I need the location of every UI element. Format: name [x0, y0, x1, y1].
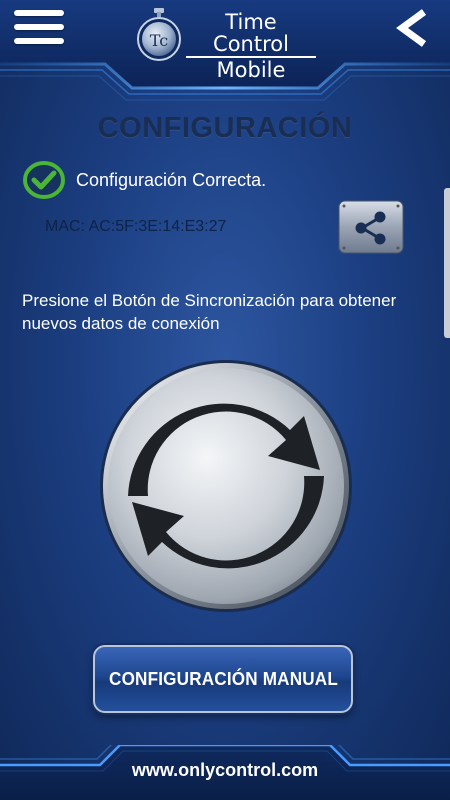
- manual-configuration-label: CONFIGURACIÓN MANUAL: [108, 668, 338, 689]
- app-title-line2: Mobile: [216, 58, 286, 83]
- check-circle-icon: [23, 161, 65, 199]
- back-button[interactable]: [392, 8, 432, 48]
- app-title-line1: Time Control: [186, 11, 316, 59]
- app-header: Tc Time Control Mobile: [0, 0, 450, 110]
- svg-text:Tc: Tc: [150, 31, 168, 50]
- status-text: Configuración Correcta.: [76, 169, 267, 190]
- instructions-text: Presione el Botón de Sincronización para…: [22, 291, 397, 333]
- chevron-left-icon: [396, 9, 427, 47]
- status-row: Configuración Correcta.: [22, 160, 266, 200]
- share-button[interactable]: [338, 200, 404, 254]
- app-footer: www.onlycontrol.com: [0, 745, 450, 800]
- screen-title: CONFIGURACIÓN: [97, 112, 353, 144]
- hamburger-menu-icon: [14, 10, 64, 16]
- stopwatch-logo-icon: Tc: [137, 8, 181, 61]
- website-link[interactable]: www.onlycontrol.com: [0, 760, 450, 781]
- mac-address: MAC: AC:5F:3E:14:E3:27: [45, 218, 227, 235]
- manual-configuration-button[interactable]: CONFIGURACIÓN MANUAL: [93, 645, 353, 713]
- hamburger-menu-button[interactable]: [14, 10, 66, 46]
- app-title: Time Control Mobile: [186, 11, 316, 81]
- sync-button[interactable]: [98, 358, 354, 614]
- scroll-handle[interactable]: [444, 188, 450, 338]
